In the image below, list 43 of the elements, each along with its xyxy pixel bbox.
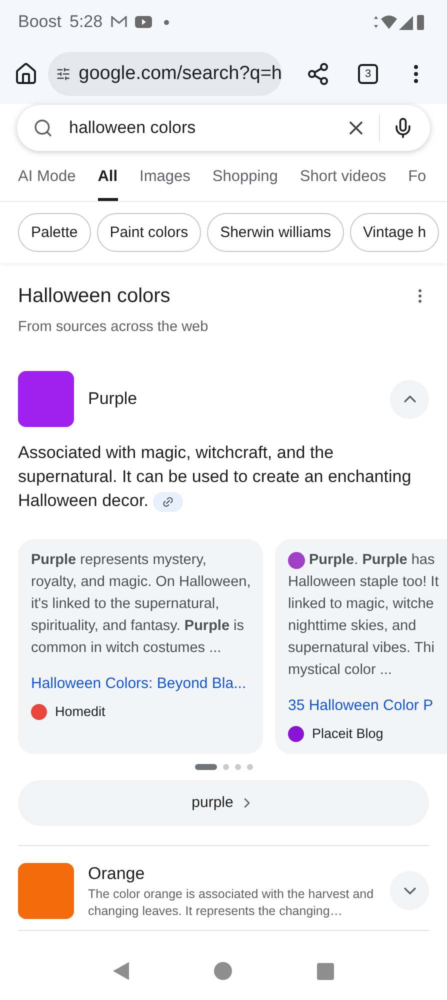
card-link[interactable]: 35 Halloween Color P	[288, 695, 447, 718]
color-description: Associated with magic, witchcraft, and the supernatural. It can be used to create an enchanting Halloween decor.	[18, 442, 412, 513]
video-icon	[134, 16, 152, 28]
suggestion-chip[interactable]: Palette	[18, 213, 91, 252]
card-snippet-line: linked to magic, witche	[288, 595, 434, 614]
card-snippet-line: mystical color ...	[288, 661, 392, 680]
home-nav-icon[interactable]	[214, 962, 232, 980]
tab-count-button[interactable]: 3	[358, 64, 378, 84]
more-button[interactable]: purple	[18, 780, 429, 826]
source-card[interactable]: Purple. Purple has Halloween staple too! It linked to magic, witche nighttime skies, and supernatural vibes. Thi mystical color ... 35 Halloween Color P Placeit Blog	[275, 539, 447, 754]
search-tab[interactable]: AI Mode	[18, 165, 76, 202]
search-field[interactable]: halloween colors	[17, 105, 430, 151]
card-snippet-line: supernatural vibes. Thi	[288, 639, 434, 658]
color-name: Orange	[88, 862, 146, 885]
source-name: Homedit	[55, 702, 106, 720]
clock: 5:28	[69, 11, 103, 34]
color-name: Purple	[88, 388, 138, 410]
card-snippet: Purple represents mystery, royalty, and magic. On Halloween, it's linked to the supernatural, spirituality, and fantasy. Purple is common in witch costumes ...	[31, 551, 252, 658]
url-bar[interactable]: google.com/search?q=h	[48, 52, 282, 96]
source-name: Placeit Blog	[312, 724, 384, 743]
panel-subtitle: From sources across the web	[18, 318, 210, 338]
search-icon	[33, 118, 53, 138]
search-tab[interactable]: Short videos	[300, 165, 386, 202]
recents-icon[interactable]	[317, 962, 334, 980]
search-tab[interactable]: Fo	[408, 165, 426, 202]
home-icon[interactable]	[14, 62, 38, 86]
share-icon[interactable]	[306, 62, 330, 86]
card-link[interactable]: Halloween Colors: Beyond Bla...	[31, 673, 253, 696]
suggestion-chip[interactable]: Vintage h	[350, 213, 440, 252]
panel-title: Halloween colors	[18, 284, 170, 310]
search-tab[interactable]: Shopping	[212, 165, 278, 202]
suggestion-chip[interactable]: Paint colors	[96, 213, 202, 252]
card-snippet-line: Purple. Purple has	[309, 551, 435, 570]
back-icon[interactable]	[112, 962, 129, 980]
color-description: The color orange is associated with the harvest and changing leaves. It represents the changing…	[88, 886, 375, 920]
mail-icon	[110, 16, 127, 28]
card-snippet-line: Halloween staple too! It	[288, 573, 439, 592]
suggestion-chip[interactable]: Sherwin williams	[207, 213, 344, 252]
carrier-text: Boost	[18, 11, 62, 34]
source-card[interactable]: Purple represents mystery, royalty, and magic. On Halloween, it's linked to the supernatural, spirituality, and fantasy. Purple is common in witch costumes ... Halloween Colors: Beyond Bla... Homedit	[18, 539, 263, 754]
card-snippet-line: nighttime skies, and	[288, 617, 416, 636]
search-tab[interactable]: Images	[140, 165, 190, 202]
link-icon[interactable]	[153, 492, 184, 512]
